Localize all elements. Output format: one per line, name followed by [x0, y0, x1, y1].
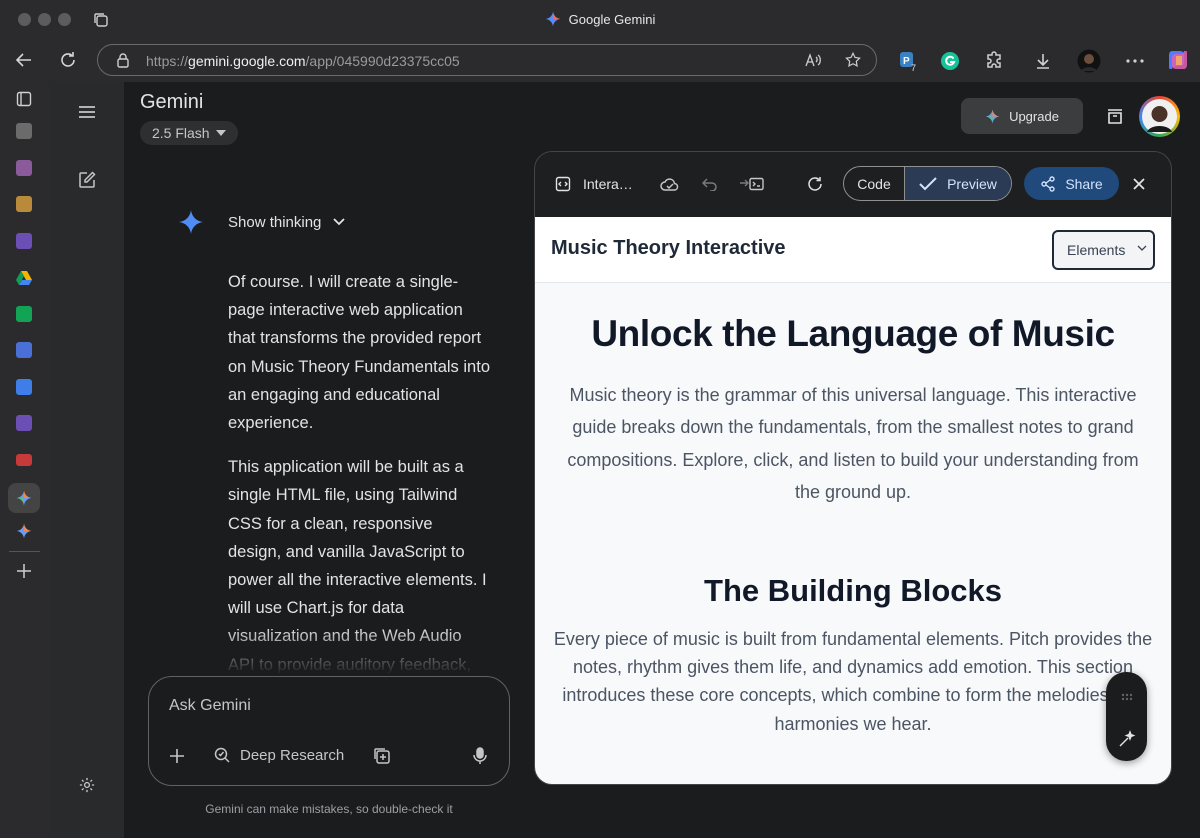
vertical-tab-7[interactable] — [13, 339, 35, 361]
model-selector[interactable]: 2.5 Flash — [140, 121, 238, 145]
add-plus-icon[interactable] — [162, 741, 192, 771]
back-arrow-icon[interactable] — [9, 45, 39, 75]
refresh-icon[interactable] — [800, 169, 830, 199]
chevron-down-icon — [1137, 245, 1147, 252]
vertical-tab-youtube[interactable] — [13, 449, 35, 471]
new-tab-plus-icon[interactable] — [13, 560, 35, 582]
prompt-input[interactable]: Ask Gemini — [169, 697, 251, 715]
vertical-tab-1[interactable] — [13, 120, 35, 142]
downloads-icon[interactable] — [1028, 46, 1058, 76]
deep-research-icon — [213, 746, 231, 764]
disclaimer-text: Gemini can make mistakes, so double-chec… — [205, 802, 453, 816]
new-chat-edit-icon[interactable] — [72, 165, 102, 195]
preview-label: Preview — [947, 175, 997, 192]
canvas-panel: Intera… Code Preview Share Music Theory … — [534, 151, 1172, 785]
deep-research-label: Deep Research — [240, 746, 345, 764]
gemini-sparkle-icon — [545, 11, 561, 27]
window-title-text: Google Gemini — [568, 12, 656, 27]
scroll-fade — [210, 627, 530, 675]
address-bar[interactable]: https://gemini.google.com/app/045990d233… — [97, 44, 877, 76]
section-heading: The Building Blocks — [704, 573, 1002, 608]
read-aloud-icon[interactable] — [798, 45, 828, 75]
drag-handle-icon[interactable] — [1112, 682, 1142, 712]
canvas-header: Intera… Code Preview Share — [535, 152, 1171, 217]
vertical-tab-3[interactable] — [13, 193, 35, 215]
vertical-tab-gemini-active[interactable] — [8, 483, 40, 513]
url-text[interactable]: https://gemini.google.com/app/045990d233… — [146, 53, 460, 69]
canvas-tool-icon[interactable] — [367, 741, 397, 771]
hero-text: Music theory is the grammar of this univ… — [567, 385, 1139, 502]
magic-edit-sparkle-icon[interactable] — [1112, 724, 1142, 754]
upgrade-label: Upgrade — [1009, 108, 1059, 124]
code-preview-toggle: Code Preview — [843, 166, 1012, 201]
message-paragraph: Of course. I will create a single-page i… — [228, 273, 490, 433]
vertical-tab-gemini[interactable] — [13, 520, 35, 542]
gemini-sparkle-icon — [985, 109, 1000, 124]
browser-toolbar: https://gemini.google.com/app/045990d233… — [0, 40, 1200, 82]
undo-icon[interactable] — [695, 169, 725, 199]
app-preview: Music Theory Interactive Elements Unlock… — [535, 217, 1171, 784]
upgrade-button[interactable]: Upgrade — [961, 98, 1083, 134]
redo-console-icon[interactable] — [737, 169, 767, 199]
favorite-star-icon[interactable] — [838, 45, 868, 75]
menu-hamburger-icon[interactable] — [72, 97, 102, 127]
extensions-puzzle-icon[interactable] — [979, 46, 1009, 76]
preview-brand[interactable]: Music Theory Interactive — [551, 237, 786, 260]
hero-heading: Unlock the Language of Music — [591, 313, 1115, 354]
model-name: 2.5 Flash — [152, 125, 210, 141]
window-titlebar: Google Gemini — [0, 0, 1200, 40]
close-icon[interactable] — [1124, 169, 1154, 199]
vertical-tabs-strip — [0, 82, 50, 838]
url-host: gemini.google.com — [188, 53, 306, 69]
reload-icon[interactable] — [53, 45, 83, 75]
preview-navbar: Music Theory Interactive Elements — [535, 217, 1171, 283]
window-title: Google Gemini — [0, 11, 1200, 27]
code-tab[interactable]: Code — [844, 167, 904, 200]
tabs-divider — [9, 551, 40, 552]
prompt-composer[interactable]: Ask Gemini Deep Research — [148, 676, 510, 786]
share-icon — [1040, 175, 1056, 192]
preview-tab[interactable]: Preview — [904, 167, 1011, 200]
account-avatar[interactable] — [1139, 96, 1180, 137]
extension-badge: 7 — [911, 63, 917, 73]
floating-tools-panel — [1106, 672, 1147, 761]
tab-actions-icon[interactable] — [13, 88, 35, 110]
url-prefix: https:// — [146, 53, 189, 69]
deep-research-button[interactable]: Deep Research — [213, 746, 344, 764]
gemini-app: Gemini 2.5 Flash Upgrade Show thinking O… — [50, 82, 1200, 838]
code-file-icon — [548, 169, 578, 199]
cloud-save-icon[interactable] — [655, 169, 685, 199]
section-select-value: Elements — [1067, 242, 1126, 258]
settings-gear-icon[interactable] — [72, 770, 102, 800]
vertical-tab-9[interactable] — [13, 412, 35, 434]
copilot-icon[interactable] — [1163, 45, 1193, 75]
caret-down-icon — [215, 130, 226, 136]
vertical-tab-sheets[interactable] — [13, 303, 35, 325]
password-manager-extension-icon[interactable]: P 7 — [893, 46, 923, 76]
share-label: Share — [1065, 175, 1103, 192]
gemini-sparkle-icon — [178, 209, 204, 235]
checkmark-icon — [919, 176, 937, 191]
svg-text:P: P — [903, 56, 910, 67]
app-title[interactable]: Gemini — [140, 91, 203, 114]
show-thinking-label: Show thinking — [228, 213, 322, 231]
archive-box-icon[interactable] — [1100, 101, 1130, 131]
more-options-icon[interactable] — [1120, 46, 1150, 76]
side-rail — [50, 82, 124, 838]
vertical-tab-docs[interactable] — [13, 376, 35, 398]
lock-icon[interactable] — [108, 45, 138, 75]
grammarly-extension-icon[interactable] — [935, 46, 965, 76]
share-button[interactable]: Share — [1024, 167, 1119, 200]
section-text: Every piece of music is built from funda… — [553, 629, 1153, 734]
vertical-tab-drive[interactable] — [13, 266, 35, 288]
url-path: /app/045990d23375cc05 — [305, 53, 460, 69]
section-select[interactable]: Elements — [1052, 230, 1155, 270]
canvas-title[interactable]: Intera… — [583, 176, 633, 192]
vertical-tab-4[interactable] — [13, 230, 35, 252]
vertical-tab-2[interactable] — [13, 157, 35, 179]
show-thinking-toggle[interactable]: Show thinking — [178, 209, 346, 235]
microphone-icon[interactable] — [465, 741, 495, 771]
chevron-down-icon — [333, 218, 346, 226]
profile-avatar[interactable] — [1074, 46, 1104, 76]
